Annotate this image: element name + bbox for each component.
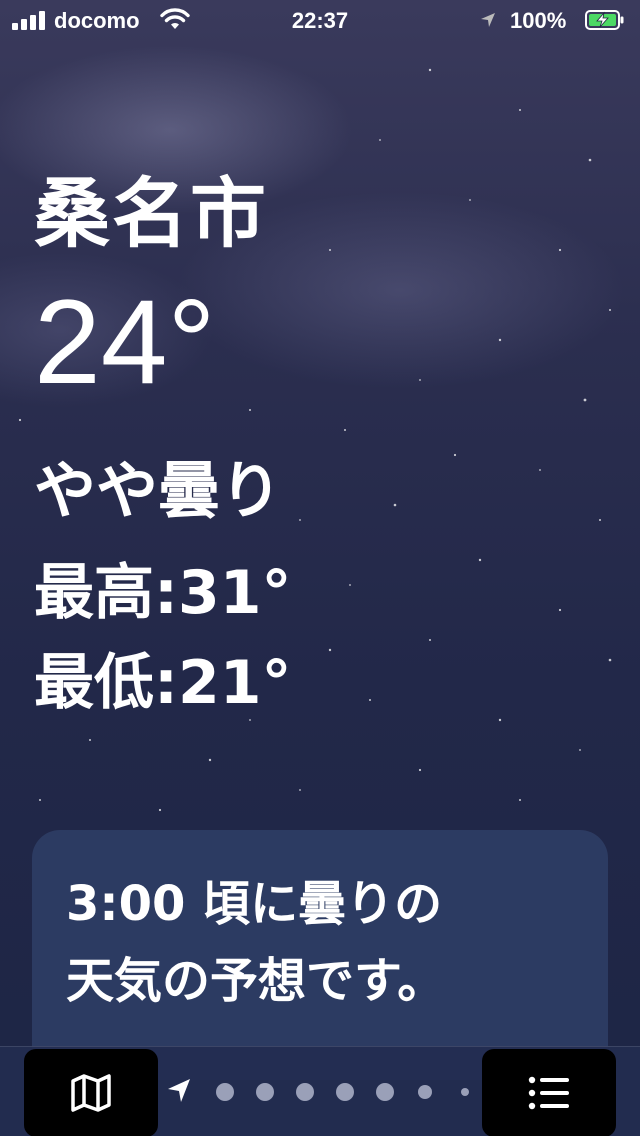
bottom-toolbar: [0, 1046, 640, 1136]
battery-percentage: 100%: [510, 8, 567, 33]
weather-condition: やや曇り: [34, 454, 283, 527]
forecast-summary-text: 3:00 頃に曇りの 天気の予想です。: [66, 866, 586, 1020]
map-icon: [71, 1074, 111, 1112]
map-button[interactable]: [24, 1049, 158, 1136]
low-temperature: 最低:21°: [34, 648, 292, 718]
forecast-line-2: 天気の予想です。: [66, 952, 446, 1009]
page-dot: [256, 1083, 274, 1101]
current-temperature: 24°: [34, 275, 216, 409]
battery-charging-icon: [585, 10, 624, 30]
city-list-button[interactable]: [482, 1049, 616, 1136]
page-dot: [376, 1083, 394, 1101]
city-name: 桑名市: [34, 169, 268, 258]
high-temperature: 最高:31°: [34, 558, 292, 628]
page-dot: [216, 1083, 234, 1101]
forecast-summary-card[interactable]: 3:00 頃に曇りの 天気の予想です。: [32, 830, 608, 1080]
status-bar: docomo 22:37 100%: [0, 0, 640, 40]
list-icon: [528, 1076, 569, 1110]
page-dot: [296, 1083, 314, 1101]
location-services-icon: [481, 13, 495, 27]
location-arrow-icon: [168, 1079, 190, 1102]
page-dot: [418, 1085, 432, 1099]
forecast-line-1: 3:00 頃に曇りの: [66, 876, 443, 932]
page-indicator[interactable]: [160, 1047, 480, 1136]
page-dot: [336, 1083, 354, 1101]
page-dot: [461, 1088, 469, 1096]
